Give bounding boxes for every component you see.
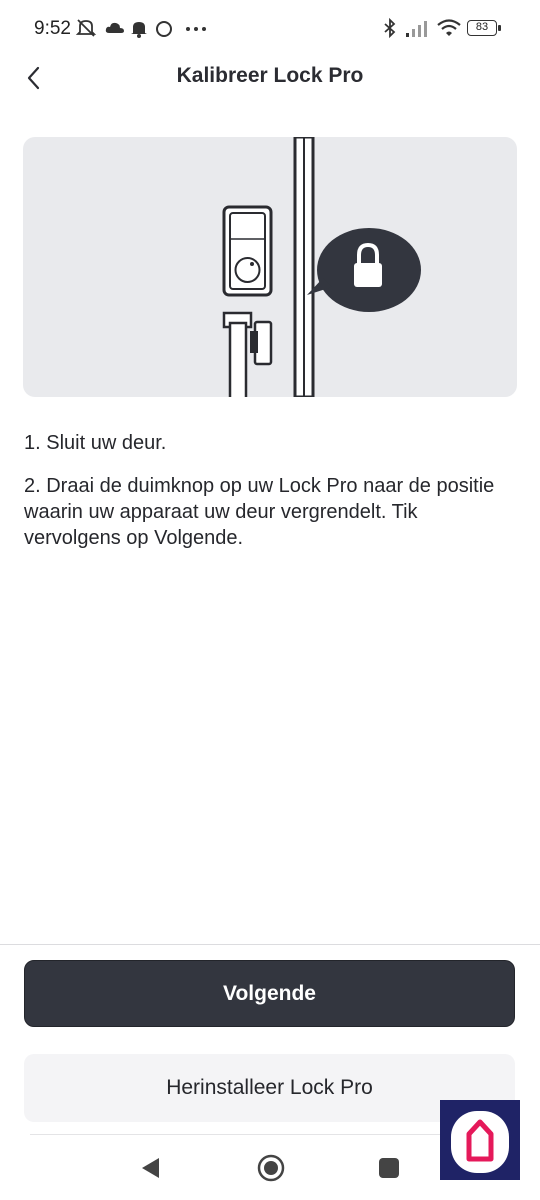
next-button[interactable]: Volgende bbox=[24, 960, 515, 1027]
home-app-icon bbox=[451, 1111, 509, 1173]
instruction-step-2: 2. Draai de duimknop op uw Lock Pro naar… bbox=[24, 475, 495, 549]
page-title: Kalibreer Lock Pro bbox=[176, 64, 364, 87]
status-time: 9:52 bbox=[34, 18, 71, 39]
instruction-step-1: 1. Sluit uw deur. bbox=[24, 432, 167, 454]
door-lock-illustration bbox=[222, 137, 421, 397]
cloud-icon bbox=[105, 22, 124, 33]
mute-notifications-icon bbox=[75, 19, 97, 37]
more-dots-icon bbox=[186, 27, 206, 31]
signal-icon bbox=[406, 21, 427, 37]
status-bar: 9:52 83 bbox=[0, 0, 540, 60]
battery-icon: 83 bbox=[467, 20, 501, 36]
app-badge bbox=[440, 1100, 520, 1180]
circle-icon bbox=[156, 21, 172, 37]
bottom-divider bbox=[0, 944, 540, 945]
wifi-icon bbox=[437, 19, 461, 36]
bluetooth-icon bbox=[384, 17, 396, 39]
back-triangle-icon[interactable] bbox=[139, 1155, 163, 1181]
lock-illustration bbox=[23, 137, 517, 397]
bell-icon bbox=[131, 22, 147, 38]
recents-square-icon[interactable] bbox=[377, 1156, 401, 1180]
home-circle-icon[interactable] bbox=[256, 1153, 286, 1183]
